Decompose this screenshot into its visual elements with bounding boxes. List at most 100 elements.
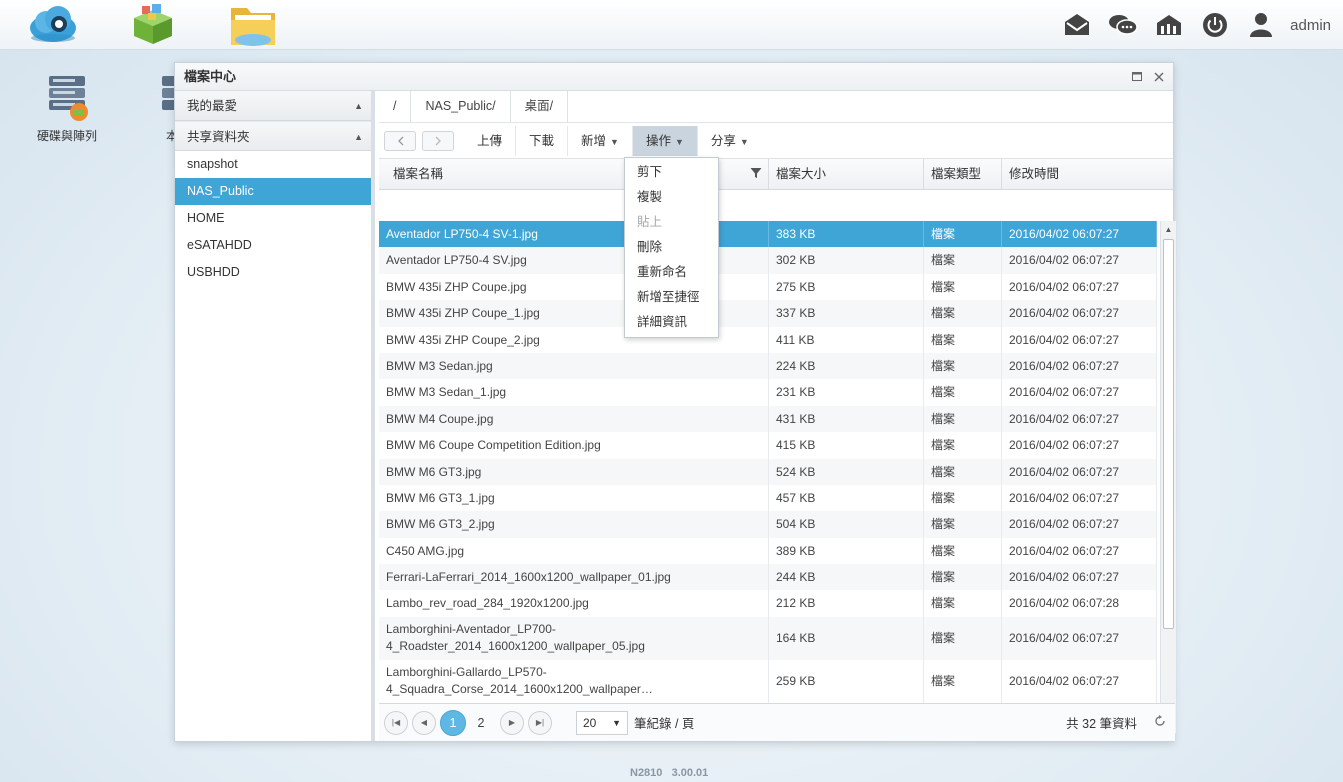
file-type-cell: 檔案 bbox=[924, 352, 1002, 380]
new-button[interactable]: 新增 ▼ bbox=[568, 125, 633, 156]
mail-icon[interactable] bbox=[1062, 10, 1092, 40]
window-titlebar[interactable]: 檔案中心 bbox=[175, 63, 1173, 91]
table-row[interactable]: BMW 435i ZHP Coupe_1.jpg 337 KB 檔案 2016/04/… bbox=[379, 300, 1157, 327]
modified-time-cell: 2016/04/02 06:07:28 bbox=[1002, 590, 1157, 617]
caret-down-icon: ▼ bbox=[612, 717, 621, 728]
filter-icon[interactable] bbox=[750, 167, 762, 179]
username-label[interactable]: admin bbox=[1290, 17, 1331, 34]
file-size-cell: 302 KB bbox=[769, 247, 924, 274]
file-name-cell: Lamborghini-Aventador_LP700-4_Roadster_2… bbox=[379, 616, 769, 661]
file-size-cell: 231 KB bbox=[769, 379, 924, 406]
chat-icon[interactable] bbox=[1108, 10, 1138, 40]
breadcrumb: / NAS_Public/桌面/ bbox=[379, 91, 1173, 123]
network-icon[interactable] bbox=[1154, 10, 1184, 40]
last-page-button[interactable]: ▶| bbox=[528, 710, 552, 735]
back-button[interactable] bbox=[384, 130, 416, 151]
file-type-cell: 檔案 bbox=[924, 511, 1002, 538]
maximize-button[interactable] bbox=[1131, 63, 1143, 91]
modified-time-cell: 2016/04/02 06:07:27 bbox=[1002, 247, 1157, 274]
actions-button[interactable]: 操作 ▼ bbox=[632, 125, 698, 156]
file-folder-app-icon[interactable] bbox=[228, 2, 278, 48]
package-app-icon[interactable] bbox=[128, 2, 178, 48]
footer-version: N2810 3.00.01 bbox=[630, 767, 708, 779]
scroll-thumb[interactable] bbox=[1163, 239, 1174, 629]
table-row[interactable]: BMW 435i ZHP Coupe.jpg 275 KB 檔案 2016/04/02… bbox=[379, 273, 1157, 301]
shared-folders-section-header[interactable]: 共享資料夾 ▲ bbox=[175, 121, 371, 151]
breadcrumb-item[interactable]: NAS_Public/ bbox=[411, 91, 511, 122]
table-row[interactable]: BMW 435i ZHP Coupe_2.jpg 411 KB 檔案 2016/04/… bbox=[379, 326, 1157, 353]
table-row[interactable]: Lamborghini-Aventador_LP700-4_Roadster_2… bbox=[379, 616, 1157, 661]
table-row[interactable]: Ferrari-LaFerrari_2014_1600x1200_wallpap… bbox=[379, 564, 1157, 591]
page-number-button[interactable]: 1 bbox=[440, 709, 466, 736]
menu-item[interactable]: 重新命名 bbox=[625, 260, 718, 285]
file-type-cell: 檔案 bbox=[924, 458, 1002, 485]
file-size-cell: 415 KB bbox=[769, 432, 924, 459]
file-name-cell: Lambo_rev_road_284_1920x1200.jpg bbox=[379, 590, 769, 617]
menu-item[interactable]: 新增至捷徑 bbox=[625, 285, 718, 310]
table-row[interactable]: BMW M3 Sedan.jpg 224 KB 檔案 2016/04/02 06:07… bbox=[379, 352, 1157, 380]
modified-time-cell: 2016/04/02 06:07:27 bbox=[1002, 405, 1157, 433]
breadcrumb-item[interactable]: 桌面/ bbox=[511, 91, 569, 122]
breadcrumb-item[interactable]: / bbox=[379, 91, 412, 122]
table-row[interactable]: Lambo_rev_road_284_1920x1200.jpg 212 KB 檔案… bbox=[379, 590, 1157, 617]
table-row[interactable]: Aventador LP750-4 SV.jpg 302 KB 檔案 2016/04/… bbox=[379, 247, 1157, 274]
actions-dropdown-menu: 剪下 複製 貼上 刪除 重新命名 新增至捷徑 詳細資訊 bbox=[624, 157, 719, 338]
sidebar-item[interactable]: HOME bbox=[175, 205, 371, 232]
menu-item[interactable]: 貼上 bbox=[625, 210, 718, 235]
sidebar-item[interactable]: USBHDD bbox=[175, 259, 371, 286]
chevron-left-icon bbox=[397, 136, 403, 145]
download-button[interactable]: 下載 bbox=[516, 125, 569, 156]
page-number-button[interactable]: 2 bbox=[468, 710, 494, 736]
table-row[interactable]: BMW M6 GT3_2.jpg 504 KB 檔案 2016/04/02 06:07… bbox=[379, 511, 1157, 538]
sidebar-item[interactable]: eSATAHDD bbox=[175, 232, 371, 259]
table-row[interactable]: BMW M4 Coupe.jpg 431 KB 檔案 2016/04/02 06:07… bbox=[379, 405, 1157, 433]
collapse-up-icon[interactable]: ▲ bbox=[354, 122, 363, 152]
menu-item[interactable]: 詳細資訊 bbox=[625, 310, 718, 335]
file-size-cell: 504 KB bbox=[769, 511, 924, 538]
power-icon[interactable] bbox=[1200, 10, 1230, 40]
table-row[interactable]: BMW M3 Sedan_1.jpg 231 KB 檔案 2016/04/02 06:… bbox=[379, 379, 1157, 406]
menu-item[interactable]: 剪下 bbox=[625, 160, 718, 185]
sidebar-item[interactable]: snapshot bbox=[175, 151, 371, 178]
column-header-type[interactable]: 檔案類型 bbox=[924, 159, 1002, 189]
column-header-modified[interactable]: 修改時間 bbox=[1002, 159, 1157, 189]
next-page-button[interactable]: ▶ bbox=[500, 710, 524, 735]
file-name-cell: BMW M3 Sedan.jpg bbox=[379, 352, 769, 380]
sidebar-item[interactable]: NAS_Public bbox=[175, 178, 371, 205]
table-row[interactable]: BMW M6 GT3_1.jpg 457 KB 檔案 2016/04/02 06:07… bbox=[379, 484, 1157, 512]
file-size-cell: 212 KB bbox=[769, 590, 924, 617]
chevron-right-icon bbox=[435, 136, 441, 145]
close-button[interactable] bbox=[1153, 63, 1165, 91]
table-row[interactable]: BMW M6 GT3.jpg 524 KB 檔案 2016/04/02 06:07:2… bbox=[379, 458, 1157, 485]
vertical-scrollbar[interactable]: ▲ ▼ bbox=[1160, 221, 1176, 733]
scroll-up-icon[interactable]: ▲ bbox=[1161, 223, 1176, 237]
table-row[interactable]: C450 AMG.jpg 389 KB 檔案 2016/04/02 06:07:27 bbox=[379, 537, 1157, 565]
file-name-cell: BMW M4 Coupe.jpg bbox=[379, 405, 769, 433]
file-type-cell: 檔案 bbox=[924, 405, 1002, 433]
share-button[interactable]: 分享 ▼ bbox=[698, 126, 762, 156]
first-page-button[interactable]: |◀ bbox=[384, 710, 408, 735]
cloud-app-icon[interactable] bbox=[28, 2, 78, 48]
menu-item[interactable]: 刪除 bbox=[625, 235, 718, 260]
refresh-button[interactable] bbox=[1145, 715, 1175, 730]
favorites-section-header[interactable]: 我的最愛 ▲ bbox=[175, 91, 371, 121]
file-name-cell: Lamborghini-Gallardo_LP570-4_Squadra_Cor… bbox=[379, 660, 769, 704]
table-row[interactable]: Lamborghini-Gallardo_LP570-4_Squadra_Cor… bbox=[379, 660, 1157, 704]
user-icon[interactable] bbox=[1246, 10, 1276, 40]
page-size-select[interactable]: 20 ▼ bbox=[576, 710, 628, 735]
upload-button[interactable]: 上傳 bbox=[464, 125, 517, 156]
menu-item[interactable]: 複製 bbox=[625, 185, 718, 210]
prev-page-button[interactable]: ◀ bbox=[412, 710, 436, 735]
modified-time-cell: 2016/04/02 06:07:27 bbox=[1002, 352, 1157, 380]
desktop-icon-disk-raid[interactable]: 硬碟與陣列 bbox=[34, 72, 100, 144]
per-page-label: 筆紀錄 / 頁 bbox=[634, 717, 695, 731]
collapse-up-icon[interactable]: ▲ bbox=[354, 91, 363, 121]
column-header-size[interactable]: 檔案大小 bbox=[769, 159, 924, 189]
file-browser: / NAS_Public/桌面/ 上傳 下載 新增 ▼ 操作 ▼ 分享 ▼ 檔案名稱 檔… bbox=[379, 91, 1176, 741]
table-row[interactable]: Aventador LP750-4 SV-1.jpg 383 KB 檔案 2016/0… bbox=[379, 221, 1157, 248]
file-name-cell: C450 AMG.jpg bbox=[379, 537, 769, 565]
forward-button[interactable] bbox=[422, 130, 454, 151]
sidebar: 我的最愛 ▲ 共享資料夾 ▲ snapshot NAS_Public HOME eSA… bbox=[175, 91, 375, 741]
window-title: 檔案中心 bbox=[184, 69, 237, 84]
table-row[interactable]: BMW M6 Coupe Competition Edition.jpg 415 … bbox=[379, 432, 1157, 459]
